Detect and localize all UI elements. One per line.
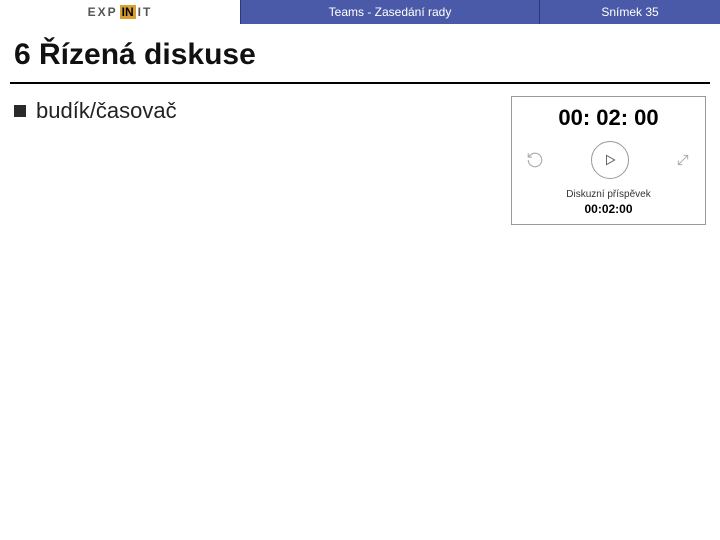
deck-title: Teams - Zasedání rady [240,0,540,24]
slide-content: budík/časovač 00: 02: 00 [0,98,720,225]
square-bullet-icon [14,105,26,117]
logo-text-mid: IN [120,5,136,19]
timer-controls [518,141,699,189]
timer-sub-display: 00:02:00 [518,202,699,216]
brand-logo: EXPINIT [0,0,240,24]
expand-icon[interactable] [675,152,691,168]
play-button[interactable] [591,141,629,179]
logo-text-post: IT [138,5,153,19]
reset-icon[interactable] [526,151,544,169]
timer-display: 00: 02: 00 [518,105,699,131]
bullet-list: budík/časovač [14,98,511,225]
slide-number: Snímek 35 [540,0,720,24]
list-item: budík/časovač [14,98,511,124]
title-rule [10,82,710,84]
timer-widget: 00: 02: 00 Diskuzní přís [511,96,706,225]
slide-header: EXPINIT Teams - Zasedání rady Snímek 35 [0,0,720,24]
logo-text-pre: EXP [88,5,118,19]
bullet-text: budík/časovač [36,98,177,124]
page-title: 6 Řízená diskuse [0,24,720,82]
timer-caption: Diskuzní příspěvek [518,189,699,200]
